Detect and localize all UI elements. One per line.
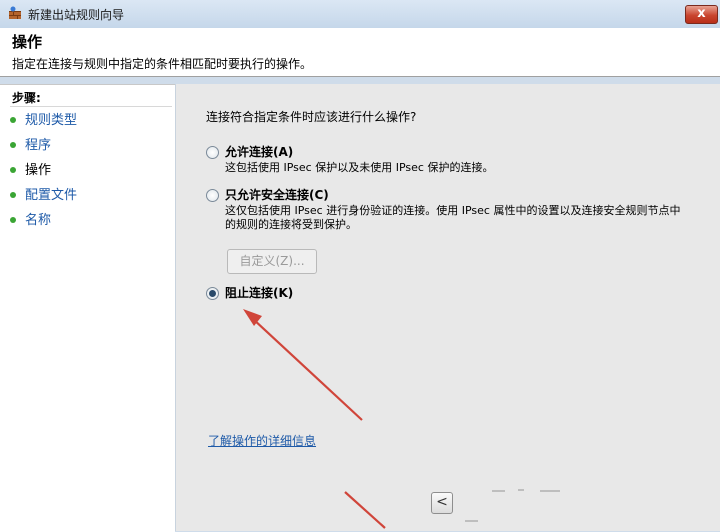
firewall-icon: [9, 6, 21, 19]
page-title: 操作: [12, 33, 43, 51]
allow-secure-connection-description: 这仅包括使用 IPsec 进行身份验证的连接。使用 IPsec 属性中的设置以及…: [225, 204, 681, 231]
bullet-icon: [10, 166, 16, 173]
sidebar-item-program[interactable]: 程序: [10, 136, 51, 156]
action-question: 连接符合指定条件时应该进行什么操作?: [206, 110, 417, 124]
allow-secure-connection-radio[interactable]: [206, 189, 219, 202]
close-icon: x: [697, 6, 706, 21]
bullet-icon: [10, 216, 16, 223]
customize-button[interactable]: 自定义(Z)...: [227, 249, 317, 274]
main-content: 连接符合指定条件时应该进行什么操作? 允许连接(A) 这包括使用 IPsec 保…: [176, 84, 720, 531]
bullet-icon: [10, 191, 16, 198]
wizard-header: 操作 指定在连接与规则中指定的条件相匹配时要执行的操作。: [0, 28, 720, 77]
block-connection-radio[interactable]: [206, 287, 219, 300]
bullet-icon: [10, 141, 16, 148]
allow-connection-radio[interactable]: [206, 146, 219, 159]
page-description: 指定在连接与规则中指定的条件相匹配时要执行的操作。: [12, 57, 313, 71]
title-bar: 新建出站规则向导 x: [0, 0, 720, 29]
block-connection-label[interactable]: 阻止连接(K): [225, 284, 293, 301]
allow-connection-description: 这包括使用 IPsec 保护以及未使用 IPsec 保护的连接。: [225, 161, 494, 174]
allow-secure-connection-label[interactable]: 只允许安全连接(C): [225, 186, 329, 203]
sidebar-item-action[interactable]: 操作: [10, 161, 51, 181]
back-button[interactable]: <: [431, 492, 453, 514]
steps-label: 步骤:: [12, 91, 41, 105]
learn-more-link[interactable]: 了解操作的详细信息: [208, 432, 316, 449]
bullet-icon: [10, 116, 16, 123]
sidebar-item-rule-type[interactable]: 规则类型: [10, 111, 77, 131]
steps-sidebar: 步骤: 规则类型 程序 操作 配置文件 名称: [0, 84, 175, 532]
window-title: 新建出站规则向导: [28, 8, 125, 22]
sidebar-item-profile[interactable]: 配置文件: [10, 186, 77, 206]
steps-divider: [10, 106, 172, 107]
close-button[interactable]: x: [685, 5, 718, 24]
allow-connection-label[interactable]: 允许连接(A): [225, 143, 293, 160]
sidebar-item-name[interactable]: 名称: [10, 211, 51, 231]
